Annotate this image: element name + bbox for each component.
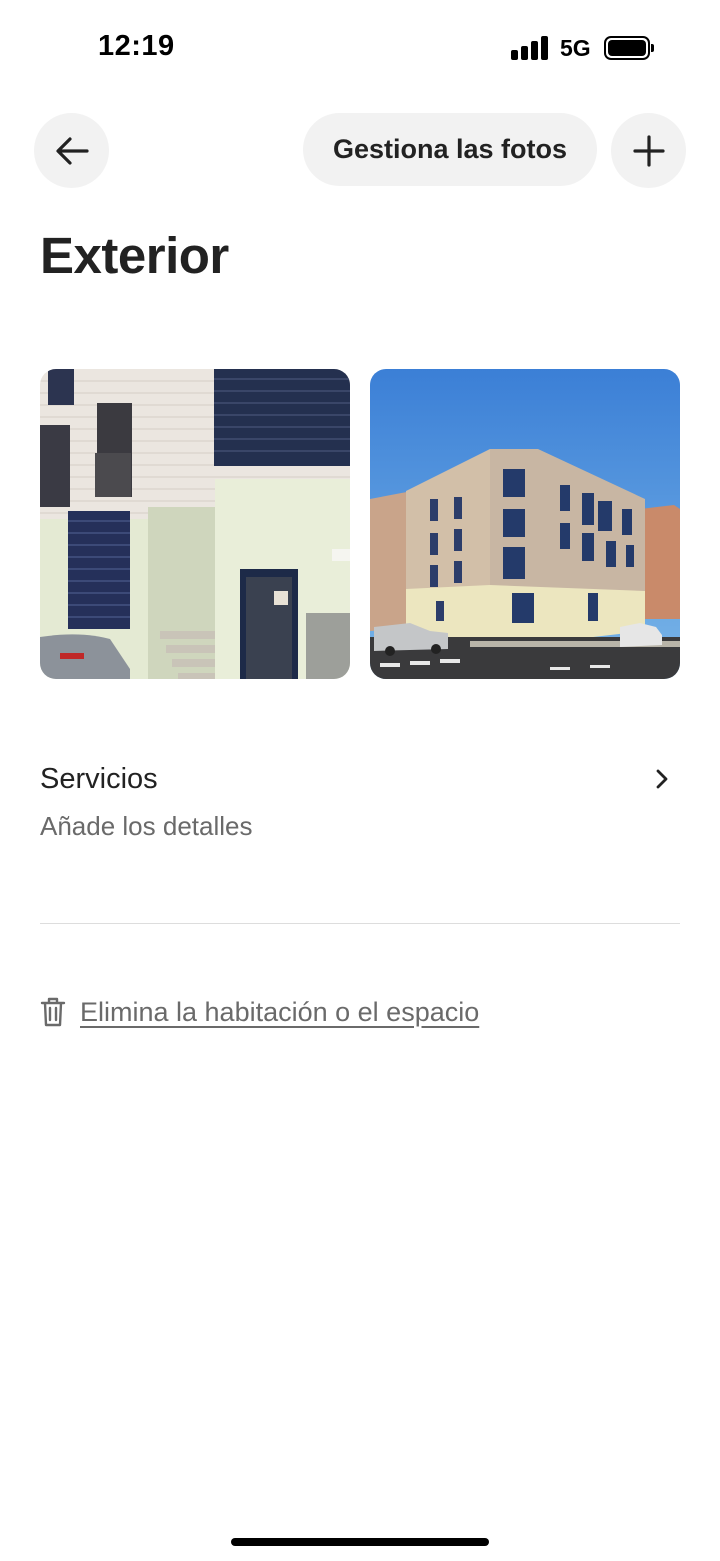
plus-icon <box>632 134 665 167</box>
status-bar: 12:19 5G <box>0 0 720 96</box>
services-subtitle: Añade los detalles <box>40 811 253 841</box>
divider <box>40 923 680 924</box>
signal-icon <box>511 36 549 60</box>
photo-thumbnail[interactable] <box>370 369 680 679</box>
network-type: 5G <box>560 35 591 61</box>
arrow-left-icon <box>55 136 89 165</box>
chevron-right-icon <box>656 769 668 789</box>
services-label: Servicios <box>40 763 158 795</box>
trash-icon <box>40 997 66 1027</box>
page-title: Exterior <box>40 227 229 284</box>
building-entrance-photo <box>40 369 350 679</box>
status-time: 12:19 <box>98 30 175 62</box>
back-button[interactable] <box>34 113 109 188</box>
add-photo-button[interactable] <box>611 113 686 188</box>
delete-room-row[interactable]: Elimina la habitación o el espacio <box>40 994 479 1030</box>
building-corner-photo <box>370 369 680 679</box>
battery-icon <box>604 36 654 60</box>
services-row[interactable]: Servicios Añade los detalles <box>40 755 680 855</box>
manage-photos-button[interactable]: Gestiona las fotos <box>303 113 597 186</box>
home-indicator <box>231 1538 489 1546</box>
photo-thumbnail[interactable] <box>40 369 350 679</box>
delete-room-link[interactable]: Elimina la habitación o el espacio <box>80 997 479 1028</box>
